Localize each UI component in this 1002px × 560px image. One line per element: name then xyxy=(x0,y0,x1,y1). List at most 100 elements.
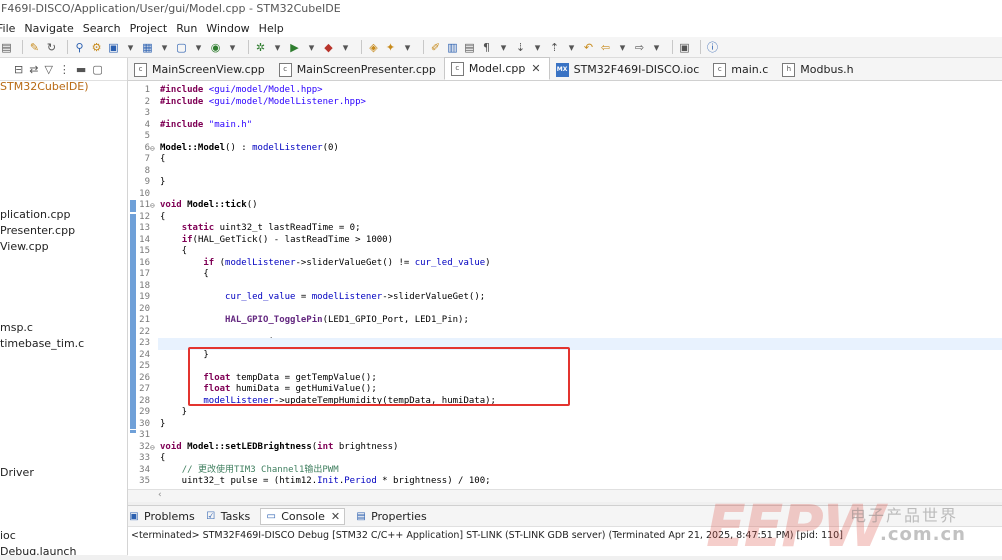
chevron-down-icon[interactable]: ▾ xyxy=(531,41,544,54)
code-line[interactable]: 7{ xyxy=(128,154,1002,166)
pilcrow-icon[interactable]: ¶ xyxy=(480,41,493,54)
outline-icon[interactable]: ▥ xyxy=(446,41,459,54)
tab-modbus-h[interactable]: h Modbus.h xyxy=(776,59,861,80)
tree-item-application-cpp[interactable]: plication.cpp xyxy=(0,208,70,221)
tree-item-ioc[interactable]: ioc xyxy=(0,529,16,542)
code-line[interactable]: 9} xyxy=(128,177,1002,189)
chevron-down-icon[interactable]: ▾ xyxy=(271,41,284,54)
code-line[interactable]: 6 ⊖ Model::Model() : modelListener(0) xyxy=(128,143,1002,155)
code-line[interactable]: 18 xyxy=(128,281,1002,293)
chevron-down-icon[interactable]: ▾ xyxy=(305,41,318,54)
editor-horizontal-scrollbar[interactable]: ‹ xyxy=(128,489,1002,502)
new-project-icon[interactable]: ▣ xyxy=(107,41,120,54)
code-line[interactable]: 21 HAL_GPIO_TogglePin(LED1_GPIO_Port, LE… xyxy=(128,315,1002,327)
link-editor-icon[interactable]: ⇄ xyxy=(29,63,38,76)
code-line[interactable]: 11 ⊖ void Model::tick() xyxy=(128,200,1002,212)
tab-mainscreenpresenter-cpp[interactable]: c MainScreenPresenter.cpp xyxy=(273,59,444,80)
code-line[interactable]: 31 xyxy=(128,430,1002,442)
edit-icon[interactable]: ✎ xyxy=(28,41,41,54)
tab-tasks[interactable]: ☑ Tasks xyxy=(205,510,250,523)
tree-item-timebase-c[interactable]: timebase_tim.c xyxy=(0,337,84,350)
chevron-down-icon[interactable]: ▾ xyxy=(124,41,137,54)
menu-run[interactable]: Run xyxy=(176,22,197,35)
open-type-icon[interactable]: ◈ xyxy=(367,41,380,54)
code-line[interactable]: 34 // 更改使用TIM3 Channel1输出PWM xyxy=(128,465,1002,477)
chevron-down-icon[interactable]: ▾ xyxy=(650,41,663,54)
tab-console[interactable]: ▭ Console ✕ xyxy=(260,507,346,525)
highlight-icon[interactable]: ✐ xyxy=(429,41,442,54)
tab-properties[interactable]: ▤ Properties xyxy=(355,510,426,523)
maximize-icon[interactable]: ▢ xyxy=(92,63,102,76)
tab-problems[interactable]: ▣ Problems xyxy=(128,510,194,523)
code-line[interactable]: 17 { xyxy=(128,269,1002,281)
code-line[interactable]: 29 } xyxy=(128,407,1002,419)
code-editor[interactable]: 1 #include <gui/model/Model.hpp> 2 #include… xyxy=(128,81,1002,489)
view-menu-icon[interactable]: ⋮ xyxy=(59,63,70,76)
code-line[interactable]: 3 xyxy=(128,108,1002,120)
run-icon[interactable]: ▶ xyxy=(288,41,301,54)
code-line[interactable]: 16 if (modelListener->sliderValueGet() !… xyxy=(128,258,1002,270)
device-config-icon[interactable]: ▦ xyxy=(141,41,154,54)
block-icon[interactable]: ▤ xyxy=(463,41,476,54)
tree-root[interactable]: STM32CubeIDE) xyxy=(0,80,89,93)
tab-main-c[interactable]: c main.c xyxy=(707,59,776,80)
chevron-down-icon[interactable]: ▾ xyxy=(226,41,239,54)
close-icon[interactable]: ✕ xyxy=(531,62,540,75)
back-icon[interactable]: ⇦ xyxy=(599,41,612,54)
menu-search[interactable]: Search xyxy=(83,22,121,35)
code-line[interactable]: 19 cur_led_value = modelListener->slider… xyxy=(128,292,1002,304)
menu-navigate[interactable]: Navigate xyxy=(24,22,73,35)
prev-annotation-icon[interactable]: ⇡ xyxy=(548,41,561,54)
close-icon[interactable]: ✕ xyxy=(331,510,340,523)
code-line[interactable]: 32 ⊖ void Model::setLEDBrightness(int brig… xyxy=(128,442,1002,454)
code-line[interactable]: 2 #include <gui/model/ModelListener.hpp> xyxy=(128,97,1002,109)
search-icon[interactable]: ✦ xyxy=(384,41,397,54)
chevron-down-icon[interactable]: ▾ xyxy=(339,41,352,54)
save-icon[interactable]: ▤ xyxy=(0,41,13,54)
tree-item-view-cpp[interactable]: View.cpp xyxy=(0,240,49,253)
menu-file[interactable]: File xyxy=(0,22,15,35)
tree-item-driver[interactable]: Driver xyxy=(0,466,34,479)
code-line[interactable]: 30} xyxy=(128,419,1002,431)
tree-item-msp-c[interactable]: msp.c xyxy=(0,321,33,334)
chevron-down-icon[interactable]: ▾ xyxy=(497,41,510,54)
chevron-down-icon[interactable]: ▾ xyxy=(616,41,629,54)
menu-project[interactable]: Project xyxy=(130,22,168,35)
code-line[interactable]: 20 xyxy=(128,304,1002,316)
tab-model-cpp[interactable]: c Model.cpp ✕ xyxy=(443,57,550,80)
debug-icon[interactable]: ✲ xyxy=(254,41,267,54)
minimize-icon[interactable]: ▬ xyxy=(76,63,86,76)
collapse-all-icon[interactable]: ⊟ xyxy=(14,63,23,76)
build-icon[interactable]: ⚙ xyxy=(90,41,103,54)
code-line[interactable]: 33 { xyxy=(128,453,1002,465)
code-line[interactable]: 13 static uint32_t lastReadTime = 0; xyxy=(128,223,1002,235)
filter-icon[interactable]: ⚲ xyxy=(73,41,86,54)
chevron-down-icon[interactable]: ▾ xyxy=(401,41,414,54)
forward-icon[interactable]: ⇨ xyxy=(633,41,646,54)
code-line[interactable]: 1 #include <gui/model/Model.hpp> xyxy=(128,85,1002,97)
fold-toggle-icon[interactable]: ⊖ xyxy=(150,143,158,155)
pin-editor-icon[interactable]: ▣ xyxy=(678,41,691,54)
chevron-down-icon[interactable]: ▾ xyxy=(192,41,205,54)
code-line[interactable]: 22 xyxy=(128,327,1002,339)
fold-toggle-icon[interactable]: ⊖ xyxy=(150,200,158,212)
config-icon[interactable]: ◉ xyxy=(209,41,222,54)
code-line[interactable]: 8 xyxy=(128,166,1002,178)
new-file-icon[interactable]: ▢ xyxy=(175,41,188,54)
chevron-down-icon[interactable]: ▾ xyxy=(565,41,578,54)
scroll-left-icon[interactable]: ‹ xyxy=(158,490,162,500)
last-edit-icon[interactable]: ↶ xyxy=(582,41,595,54)
code-line[interactable]: 10 xyxy=(128,189,1002,201)
code-line[interactable]: 15 { xyxy=(128,246,1002,258)
code-line[interactable]: 4 #include "main.h" xyxy=(128,120,1002,132)
menu-window[interactable]: Window xyxy=(206,22,249,35)
tab-ioc[interactable]: MX STM32F469I-DISCO.ioc xyxy=(550,59,708,80)
code-line[interactable]: 12 { xyxy=(128,212,1002,224)
code-line[interactable]: 14 if(HAL_GetTick() - lastReadTime > 100… xyxy=(128,235,1002,247)
code-line[interactable]: 35 uint32_t pulse = (htim12.Init.Period … xyxy=(128,476,1002,488)
chevron-down-icon[interactable]: ▾ xyxy=(158,41,171,54)
tree-item-presenter-cpp[interactable]: Presenter.cpp xyxy=(0,224,75,237)
filter-icon[interactable]: ▽ xyxy=(44,63,52,76)
menu-help[interactable]: Help xyxy=(259,22,284,35)
fold-toggle-icon[interactable]: ⊖ xyxy=(150,442,158,454)
